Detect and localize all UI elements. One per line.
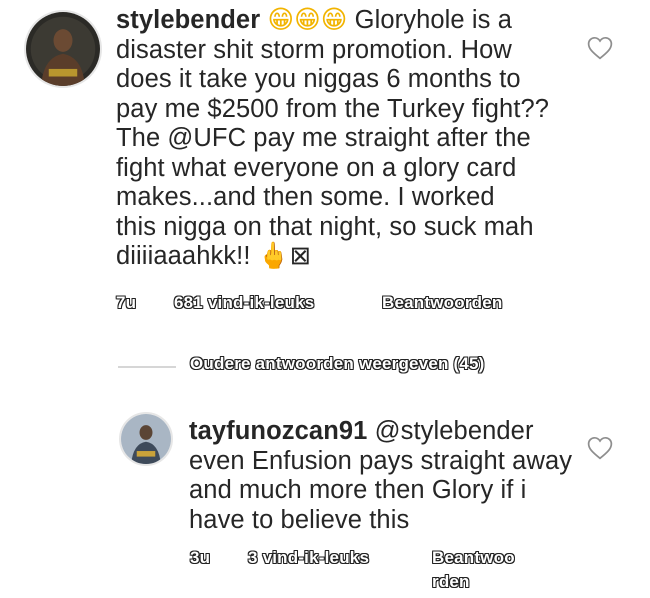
reply-body: tayfunozcan91 @stylebender even Enfusion… — [189, 417, 629, 535]
reply-button[interactable]: Beantwoorden — [382, 293, 502, 313]
comment-text-line: Gloryhole is a — [347, 6, 512, 34]
avatar-tayfunozcan91[interactable] — [119, 412, 173, 466]
reply-likes-count-link[interactable]: 3 vind-ik-leuks — [248, 548, 369, 568]
like-heart-icon[interactable] — [587, 436, 613, 460]
comment-text-line: pay me $2500 from the Turkey fight?? — [116, 94, 550, 123]
unknown-glyph: ⊠ — [289, 242, 312, 270]
avatar-image — [121, 414, 171, 464]
comment-username[interactable]: stylebender — [116, 6, 260, 34]
comment-text-line: The @UFC pay me straight after the — [116, 124, 531, 152]
reply-text-line: even Enfusion pays straight away — [189, 446, 573, 475]
comment-text-line: fight what everyone on a glory card — [116, 153, 517, 182]
grin-emoji: 😁😁😁 — [267, 5, 348, 35]
reply-username[interactable]: tayfunozcan91 — [189, 417, 367, 445]
likes-count-link[interactable]: 681 vind-ik-leuks — [174, 293, 314, 313]
comment-text-line: does it take you niggas 6 months to — [116, 65, 521, 93]
avatar-stylebender[interactable] — [24, 10, 102, 88]
comment-text-line: diiiiaaahkk!! — [116, 242, 258, 270]
reply-text-line: have to believe this — [189, 505, 410, 534]
view-older-replies-button[interactable]: Oudere antwoorden weergeven (45) — [190, 354, 485, 374]
reply-text-line: and much more then Glory if i — [189, 476, 527, 504]
comment-text-line: makes...and then some. I worked — [116, 183, 495, 211]
comment-text-line: this nigga on that night, so suck mah — [116, 212, 534, 241]
comment-body: stylebender 😁😁😁 Gloryhole is a disaster … — [116, 5, 636, 272]
reply-reply-button-wrap[interactable]: rden — [432, 572, 470, 592]
reply-time: 3u — [190, 548, 211, 567]
comment-text-line: disaster shit storm promotion. How — [116, 35, 512, 64]
replies-divider — [118, 366, 176, 368]
reply-mention[interactable]: @stylebender — [367, 417, 534, 445]
avatar-image — [26, 12, 100, 86]
comment-time: 7u — [116, 293, 137, 312]
like-heart-icon[interactable] — [587, 36, 613, 60]
middle-finger-emoji: 🖕 — [257, 241, 290, 271]
reply-reply-button[interactable]: Beantwoo — [432, 548, 515, 568]
